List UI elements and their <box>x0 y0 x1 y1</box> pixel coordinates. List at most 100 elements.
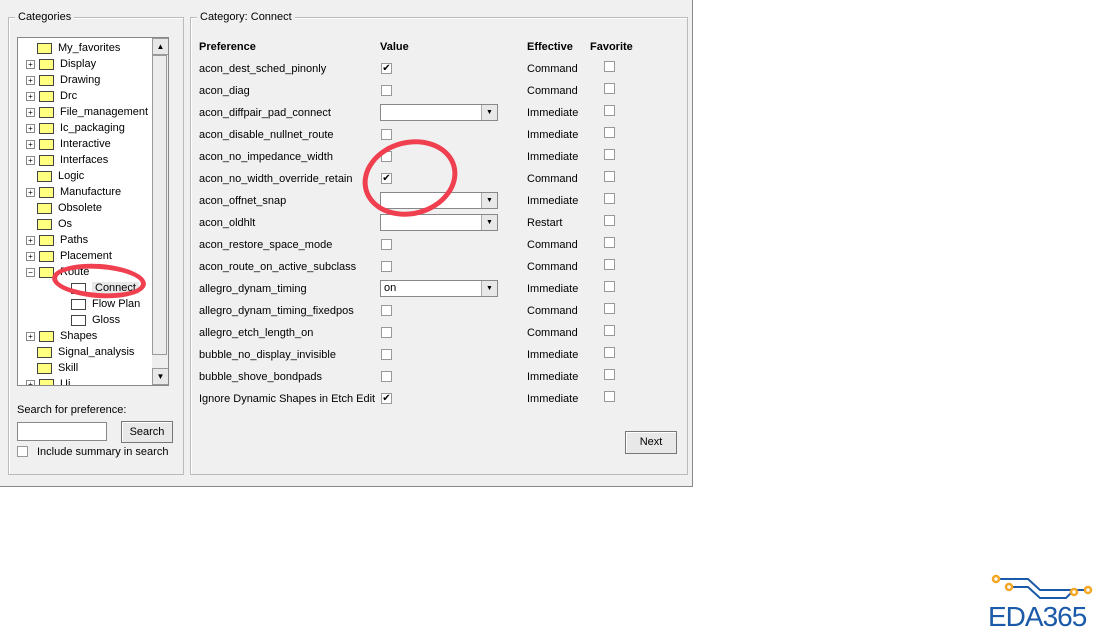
effective-value: Immediate <box>527 151 579 163</box>
folder-icon <box>37 362 52 374</box>
scroll-thumb[interactable] <box>152 55 167 355</box>
value-dropdown[interactable]: ▼ <box>380 104 498 121</box>
favorite-checkbox[interactable] <box>604 325 615 336</box>
category-tree[interactable]: My_favorites + Display + Drawing + Drc + File_ma… <box>17 37 169 386</box>
tree-item-interactive[interactable]: + Interactive <box>26 136 111 152</box>
tree-item-shapes[interactable]: + Shapes <box>26 328 97 344</box>
favorite-checkbox[interactable] <box>604 303 615 314</box>
tree-item-label: My_favorites <box>58 42 121 54</box>
favorite-checkbox[interactable] <box>604 149 615 160</box>
favorite-checkbox[interactable] <box>604 259 615 270</box>
favorite-checkbox[interactable] <box>604 171 615 182</box>
tree-item-drc[interactable]: + Drc <box>26 88 77 104</box>
chevron-down-icon[interactable]: ▼ <box>481 215 497 230</box>
expand-toggle-icon[interactable]: + <box>26 155 35 165</box>
folder-icon <box>39 90 54 102</box>
tree-item-file_management[interactable]: + File_management <box>26 104 148 120</box>
tree-line <box>26 349 33 356</box>
favorite-checkbox[interactable] <box>604 215 615 226</box>
tree-item-ic_packaging[interactable]: + Ic_packaging <box>26 120 125 136</box>
value-checkbox[interactable] <box>381 239 392 250</box>
value-checkbox[interactable] <box>381 305 392 316</box>
tree-item-placement[interactable]: + Placement <box>26 248 112 264</box>
expand-toggle-icon[interactable]: + <box>26 139 35 149</box>
tree-item-label: Flow Plan <box>92 298 141 310</box>
favorite-checkbox[interactable] <box>604 83 615 94</box>
tree-item-flow-plan[interactable]: Flow Plan <box>60 296 140 312</box>
expand-toggle-icon[interactable]: + <box>26 123 35 133</box>
value-checkbox[interactable] <box>381 85 392 96</box>
favorite-checkbox[interactable] <box>604 391 615 402</box>
chevron-down-icon[interactable]: ▼ <box>481 193 497 208</box>
preference-name: bubble_no_display_invisible <box>199 349 336 361</box>
tree-item-gloss[interactable]: Gloss <box>60 312 120 328</box>
effective-value: Command <box>527 85 578 97</box>
preference-name: acon_no_impedance_width <box>199 151 333 163</box>
tree-item-interfaces[interactable]: + Interfaces <box>26 152 108 168</box>
favorite-checkbox[interactable] <box>604 61 615 72</box>
expand-toggle-icon[interactable]: + <box>26 59 35 69</box>
folder-icon <box>39 122 54 134</box>
tree-item-label: Ic_packaging <box>60 122 125 134</box>
tree-item-display[interactable]: + Display <box>26 56 96 72</box>
scroll-down-icon[interactable]: ▼ <box>152 368 168 385</box>
preference-name: allegro_etch_length_on <box>199 327 314 339</box>
tree-item-skill[interactable]: Skill <box>26 360 78 376</box>
tree-item-os[interactable]: Os <box>26 216 72 232</box>
folder-icon <box>39 330 54 342</box>
tree-item-label: Logic <box>58 170 85 182</box>
expand-toggle-icon[interactable]: + <box>26 251 35 261</box>
include-summary-label: Include summary in search <box>37 446 169 458</box>
tree-item-obsolete[interactable]: Obsolete <box>26 200 102 216</box>
search-button[interactable]: Search <box>121 421 173 443</box>
tree-line <box>26 221 33 228</box>
tree-item-drawing[interactable]: + Drawing <box>26 72 100 88</box>
favorite-checkbox[interactable] <box>604 347 615 358</box>
preferences-group: Category: Connect Preference Value Effec… <box>190 11 688 475</box>
favorite-checkbox[interactable] <box>604 281 615 292</box>
expand-toggle-icon[interactable]: − <box>26 267 35 277</box>
favorite-checkbox[interactable] <box>604 237 615 248</box>
scroll-up-icon[interactable]: ▲ <box>152 38 168 55</box>
tree-item-paths[interactable]: + Paths <box>26 232 88 248</box>
tree-line <box>26 205 33 212</box>
expand-toggle-icon[interactable]: + <box>26 107 35 117</box>
expand-toggle-icon[interactable]: + <box>26 91 35 101</box>
tree-item-my_favorites[interactable]: My_favorites <box>26 40 120 56</box>
search-label: Search for preference: <box>17 404 127 416</box>
expand-toggle-icon[interactable]: + <box>26 331 35 341</box>
next-button[interactable]: Next <box>625 431 677 454</box>
value-dropdown[interactable]: on ▼ <box>380 280 498 297</box>
value-checkbox[interactable] <box>381 371 392 382</box>
favorite-checkbox[interactable] <box>604 127 615 138</box>
tree-item-signal_analysis[interactable]: Signal_analysis <box>26 344 134 360</box>
expand-toggle-icon[interactable]: + <box>26 379 35 385</box>
preference-name: acon_route_on_active_subclass <box>199 261 357 273</box>
include-summary-checkbox[interactable] <box>17 446 28 457</box>
value-checkbox[interactable] <box>381 349 392 360</box>
tree-item-label: Obsolete <box>58 202 103 214</box>
search-input[interactable] <box>17 422 107 441</box>
value-checkbox[interactable] <box>381 327 392 338</box>
expand-toggle-icon[interactable]: + <box>26 235 35 245</box>
preference-name: allegro_dynam_timing_fixedpos <box>199 305 354 317</box>
tree-item-ui[interactable]: + Ui <box>26 376 70 385</box>
favorite-checkbox[interactable] <box>604 105 615 116</box>
value-checkbox[interactable]: ✔ <box>381 393 392 404</box>
tree-scrollbar[interactable]: ▲ ▼ <box>152 38 168 385</box>
value-checkbox[interactable] <box>381 261 392 272</box>
chevron-down-icon[interactable]: ▼ <box>481 281 497 296</box>
folder-icon <box>39 58 54 70</box>
value-checkbox[interactable]: ✔ <box>381 63 392 74</box>
favorite-checkbox[interactable] <box>604 369 615 380</box>
folder-icon <box>39 234 54 246</box>
chevron-down-icon[interactable]: ▼ <box>481 105 497 120</box>
tree-item-manufacture[interactable]: + Manufacture <box>26 184 121 200</box>
value-checkbox[interactable] <box>381 129 392 140</box>
tree-item-logic[interactable]: Logic <box>26 168 84 184</box>
expand-toggle-icon[interactable]: + <box>26 75 35 85</box>
favorite-checkbox[interactable] <box>604 193 615 204</box>
expand-toggle-icon[interactable]: + <box>26 187 35 197</box>
folder-icon <box>39 378 54 385</box>
header-favorite: Favorite <box>590 41 633 53</box>
